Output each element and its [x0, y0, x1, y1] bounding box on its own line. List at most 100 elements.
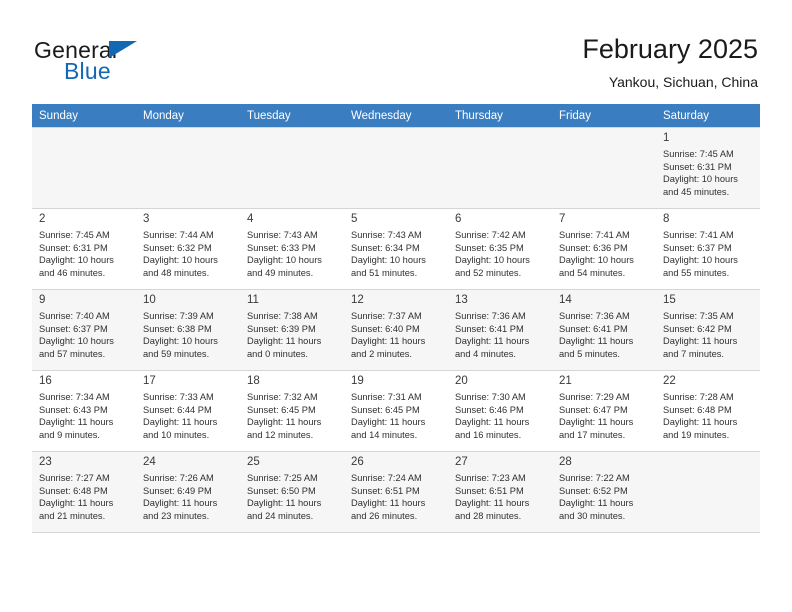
day-info-line-daylightl1: Daylight: 10 hours	[39, 255, 114, 266]
day-info-line-daylightl1: Daylight: 11 hours	[247, 417, 322, 428]
day-sun-info: Sunrise: 7:23 AM Sunset: 6:51 PM Daylight:…	[455, 472, 546, 522]
day-info-line-sunset: Sunset: 6:37 PM	[39, 323, 108, 334]
day-info-line-daylightl2: and 14 minutes.	[351, 429, 418, 440]
day-info-line-daylightl1: Daylight: 11 hours	[663, 417, 738, 428]
day-number: 25	[247, 456, 260, 468]
calendar-day-cell-empty	[552, 127, 656, 209]
day-info-line-sunrise: Sunrise: 7:24 AM	[351, 473, 422, 483]
day-cell-content: 9 Sunrise: 7:40 AM Sunset: 6:37 PM Daylight…	[32, 290, 136, 360]
calendar-day-cell[interactable]: 7 Sunrise: 7:41 AM Sunset: 6:36 PM Daylight…	[552, 208, 656, 290]
day-sun-info: Sunrise: 7:40 AM Sunset: 6:37 PM Daylight:…	[39, 310, 130, 360]
day-info-line-sunset: Sunset: 6:33 PM	[247, 242, 316, 253]
calendar-day-cell[interactable]: 6 Sunrise: 7:42 AM Sunset: 6:35 PM Daylight…	[448, 208, 552, 290]
day-info-line-daylightl2: and 54 minutes.	[559, 267, 626, 278]
calendar-day-cell[interactable]: 18 Sunrise: 7:32 AM Sunset: 6:45 PM Dayligh…	[240, 370, 344, 452]
day-info-line-sunrise: Sunrise: 7:41 AM	[663, 230, 734, 240]
day-info-line-daylightl1: Daylight: 10 hours	[143, 336, 218, 347]
calendar-day-cell[interactable]: 28 Sunrise: 7:22 AM Sunset: 6:52 PM Dayligh…	[552, 451, 656, 533]
day-info-line-daylightl2: and 59 minutes.	[143, 348, 210, 359]
day-info-line-sunset: Sunset: 6:41 PM	[455, 323, 524, 334]
calendar-day-cell[interactable]: 14 Sunrise: 7:36 AM Sunset: 6:41 PM Dayligh…	[552, 289, 656, 371]
calendar-day-cell[interactable]: 11 Sunrise: 7:38 AM Sunset: 6:39 PM Dayligh…	[240, 289, 344, 371]
calendar-day-cell-empty	[448, 127, 552, 209]
day-number: 21	[559, 375, 572, 387]
day-info-line-sunrise: Sunrise: 7:23 AM	[455, 473, 526, 483]
day-info-line-sunset: Sunset: 6:35 PM	[455, 242, 524, 253]
day-info-line-daylightl1: Daylight: 11 hours	[351, 417, 426, 428]
calendar-day-cell[interactable]: 20 Sunrise: 7:30 AM Sunset: 6:46 PM Dayligh…	[448, 370, 552, 452]
day-number: 28	[559, 456, 572, 468]
day-cell-content: 4 Sunrise: 7:43 AM Sunset: 6:33 PM Daylight…	[240, 209, 344, 279]
day-info-line-daylightl1: Daylight: 11 hours	[559, 336, 634, 347]
day-info-line-daylightl1: Daylight: 10 hours	[663, 255, 738, 266]
weekday-header-saturday: Saturday	[656, 104, 760, 128]
calendar-day-cell[interactable]: 22 Sunrise: 7:28 AM Sunset: 6:48 PM Dayligh…	[656, 370, 760, 452]
day-sun-info: Sunrise: 7:34 AM Sunset: 6:43 PM Daylight:…	[39, 391, 130, 441]
calendar-day-cell[interactable]: 24 Sunrise: 7:26 AM Sunset: 6:49 PM Dayligh…	[136, 451, 240, 533]
calendar-day-cell[interactable]: 21 Sunrise: 7:29 AM Sunset: 6:47 PM Dayligh…	[552, 370, 656, 452]
day-info-line-daylightl2: and 46 minutes.	[39, 267, 106, 278]
logo-triangle-icon	[109, 41, 137, 58]
day-number: 22	[663, 375, 676, 387]
calendar-day-cell[interactable]: 19 Sunrise: 7:31 AM Sunset: 6:45 PM Dayligh…	[344, 370, 448, 452]
calendar-day-cell[interactable]: 23 Sunrise: 7:27 AM Sunset: 6:48 PM Dayligh…	[32, 451, 136, 533]
day-info-line-daylightl2: and 9 minutes.	[39, 429, 100, 440]
day-info-line-sunset: Sunset: 6:49 PM	[143, 485, 212, 496]
day-number: 9	[39, 294, 46, 306]
day-info-line-sunset: Sunset: 6:51 PM	[455, 485, 524, 496]
calendar-day-cell[interactable]: 16 Sunrise: 7:34 AM Sunset: 6:43 PM Dayligh…	[32, 370, 136, 452]
day-info-line-sunrise: Sunrise: 7:27 AM	[39, 473, 110, 483]
day-info-line-daylightl1: Daylight: 10 hours	[39, 336, 114, 347]
calendar-day-cell[interactable]: 5 Sunrise: 7:43 AM Sunset: 6:34 PM Daylight…	[344, 208, 448, 290]
calendar-day-cell[interactable]: 12 Sunrise: 7:37 AM Sunset: 6:40 PM Dayligh…	[344, 289, 448, 371]
day-info-line-daylightl1: Daylight: 10 hours	[455, 255, 530, 266]
day-info-line-sunrise: Sunrise: 7:36 AM	[559, 311, 630, 321]
calendar-day-cell[interactable]: 9 Sunrise: 7:40 AM Sunset: 6:37 PM Daylight…	[32, 289, 136, 371]
calendar-day-cell[interactable]: 17 Sunrise: 7:33 AM Sunset: 6:44 PM Dayligh…	[136, 370, 240, 452]
calendar-day-cell[interactable]: 13 Sunrise: 7:36 AM Sunset: 6:41 PM Dayligh…	[448, 289, 552, 371]
day-number: 27	[455, 456, 468, 468]
day-info-line-sunset: Sunset: 6:41 PM	[559, 323, 628, 334]
calendar-day-cell[interactable]: 25 Sunrise: 7:25 AM Sunset: 6:50 PM Dayligh…	[240, 451, 344, 533]
weekday-header-tuesday: Tuesday	[240, 104, 344, 128]
day-number: 18	[247, 375, 260, 387]
day-info-line-daylightl1: Daylight: 11 hours	[455, 498, 530, 509]
calendar-day-cell[interactable]: 1 Sunrise: 7:45 AM Sunset: 6:31 PM Daylight…	[656, 127, 760, 209]
day-info-line-sunrise: Sunrise: 7:45 AM	[39, 230, 110, 240]
day-sun-info: Sunrise: 7:36 AM Sunset: 6:41 PM Daylight:…	[559, 310, 650, 360]
day-info-line-daylightl2: and 24 minutes.	[247, 510, 314, 521]
calendar-day-cell[interactable]: 10 Sunrise: 7:39 AM Sunset: 6:38 PM Dayligh…	[136, 289, 240, 371]
day-info-line-sunset: Sunset: 6:47 PM	[559, 404, 628, 415]
day-info-line-daylightl2: and 57 minutes.	[39, 348, 106, 359]
day-info-line-daylightl1: Daylight: 10 hours	[247, 255, 322, 266]
calendar-day-cell[interactable]: 15 Sunrise: 7:35 AM Sunset: 6:42 PM Dayligh…	[656, 289, 760, 371]
day-info-line-sunrise: Sunrise: 7:37 AM	[351, 311, 422, 321]
day-number: 3	[143, 213, 150, 225]
day-number: 13	[455, 294, 468, 306]
calendar-week-row: 23 Sunrise: 7:27 AM Sunset: 6:48 PM Dayligh…	[32, 451, 760, 533]
calendar-day-cell[interactable]: 27 Sunrise: 7:23 AM Sunset: 6:51 PM Dayligh…	[448, 451, 552, 533]
day-sun-info: Sunrise: 7:43 AM Sunset: 6:34 PM Daylight:…	[351, 229, 442, 279]
day-number: 26	[351, 456, 364, 468]
day-info-line-sunset: Sunset: 6:43 PM	[39, 404, 108, 415]
calendar-week-row: 2 Sunrise: 7:45 AM Sunset: 6:31 PM Daylight…	[32, 208, 760, 290]
day-info-line-daylightl2: and 55 minutes.	[663, 267, 730, 278]
calendar-week-row: 9 Sunrise: 7:40 AM Sunset: 6:37 PM Daylight…	[32, 289, 760, 371]
day-info-line-sunset: Sunset: 6:44 PM	[143, 404, 212, 415]
calendar-week-row: 16 Sunrise: 7:34 AM Sunset: 6:43 PM Dayligh…	[32, 370, 760, 452]
weekday-header-monday: Monday	[136, 104, 240, 128]
calendar-day-cell[interactable]: 3 Sunrise: 7:44 AM Sunset: 6:32 PM Daylight…	[136, 208, 240, 290]
day-info-line-sunrise: Sunrise: 7:42 AM	[455, 230, 526, 240]
calendar-day-cell[interactable]: 8 Sunrise: 7:41 AM Sunset: 6:37 PM Daylight…	[656, 208, 760, 290]
day-info-line-sunset: Sunset: 6:36 PM	[559, 242, 628, 253]
calendar-day-cell[interactable]: 2 Sunrise: 7:45 AM Sunset: 6:31 PM Daylight…	[32, 208, 136, 290]
title-block: February 2025 Yankou, Sichuan, China	[582, 32, 758, 92]
day-number: 4	[247, 213, 254, 225]
calendar-day-cell[interactable]: 26 Sunrise: 7:24 AM Sunset: 6:51 PM Dayligh…	[344, 451, 448, 533]
calendar-day-cell[interactable]: 4 Sunrise: 7:43 AM Sunset: 6:33 PM Daylight…	[240, 208, 344, 290]
day-cell-content: 22 Sunrise: 7:28 AM Sunset: 6:48 PM Dayligh…	[656, 371, 760, 441]
day-info-line-sunset: Sunset: 6:51 PM	[351, 485, 420, 496]
day-info-line-daylightl1: Daylight: 11 hours	[39, 417, 114, 428]
day-info-line-daylightl1: Daylight: 10 hours	[351, 255, 426, 266]
day-info-line-sunset: Sunset: 6:46 PM	[455, 404, 524, 415]
